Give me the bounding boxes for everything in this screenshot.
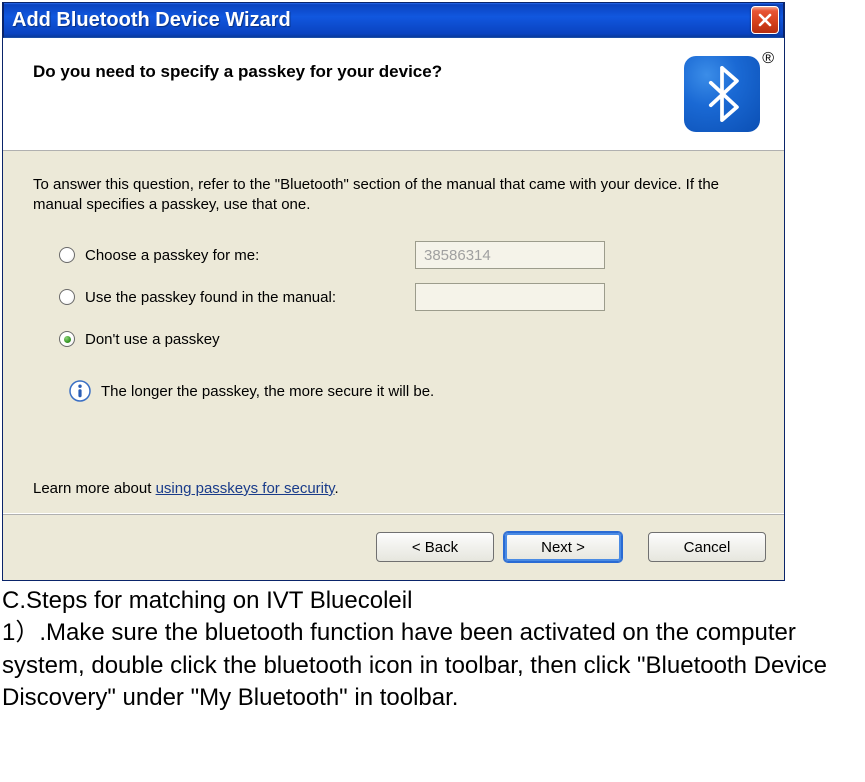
close-button[interactable] — [751, 6, 779, 34]
learn-prefix: Learn more about — [33, 480, 156, 497]
registered-mark: ® — [762, 50, 774, 68]
document-text: C.Steps for matching on IVT Bluecoleil 1… — [0, 581, 864, 721]
radio-icon — [59, 331, 75, 347]
next-button[interactable]: Next > — [504, 532, 622, 562]
learn-suffix: . — [335, 480, 339, 497]
option-label: Don't use a passkey — [85, 331, 415, 348]
learn-more-link[interactable]: using passkeys for security — [156, 480, 335, 497]
info-text: The longer the passkey, the more secure … — [101, 383, 434, 400]
close-icon — [757, 12, 773, 28]
wizard-body: To answer this question, refer to the "B… — [3, 151, 784, 513]
option-manual-passkey[interactable]: Use the passkey found in the manual: — [59, 282, 754, 312]
window-title: Add Bluetooth Device Wizard — [12, 9, 751, 32]
bluetooth-icon — [700, 66, 744, 122]
wizard-footer: < Back Next > Cancel — [3, 513, 784, 580]
titlebar[interactable]: Add Bluetooth Device Wizard — [3, 2, 784, 38]
cancel-button[interactable]: Cancel — [648, 532, 766, 562]
info-icon — [69, 380, 91, 402]
radio-icon — [59, 289, 75, 305]
passkey-options: Choose a passkey for me: Use the passkey… — [59, 240, 754, 402]
option-no-passkey[interactable]: Don't use a passkey — [59, 324, 754, 354]
info-row: The longer the passkey, the more secure … — [69, 380, 754, 402]
doc-heading: C.Steps for matching on IVT Bluecoleil — [2, 585, 862, 617]
generated-passkey-input — [415, 241, 605, 269]
option-choose-passkey[interactable]: Choose a passkey for me: — [59, 240, 754, 270]
radio-icon — [59, 247, 75, 263]
bluetooth-logo: ® — [684, 56, 760, 132]
wizard-window: Add Bluetooth Device Wizard Do you need … — [2, 2, 785, 581]
option-label: Choose a passkey for me: — [85, 247, 415, 264]
learn-more: Learn more about using passkeys for secu… — [33, 480, 754, 497]
doc-step-1: 1）.Make sure the bluetooth function have… — [2, 617, 862, 714]
wizard-header: Do you need to specify a passkey for you… — [3, 38, 784, 151]
back-button[interactable]: < Back — [376, 532, 494, 562]
intro-text: To answer this question, refer to the "B… — [33, 175, 754, 214]
manual-passkey-input[interactable] — [415, 283, 605, 311]
wizard-question: Do you need to specify a passkey for you… — [33, 56, 684, 82]
option-label: Use the passkey found in the manual: — [85, 289, 415, 306]
